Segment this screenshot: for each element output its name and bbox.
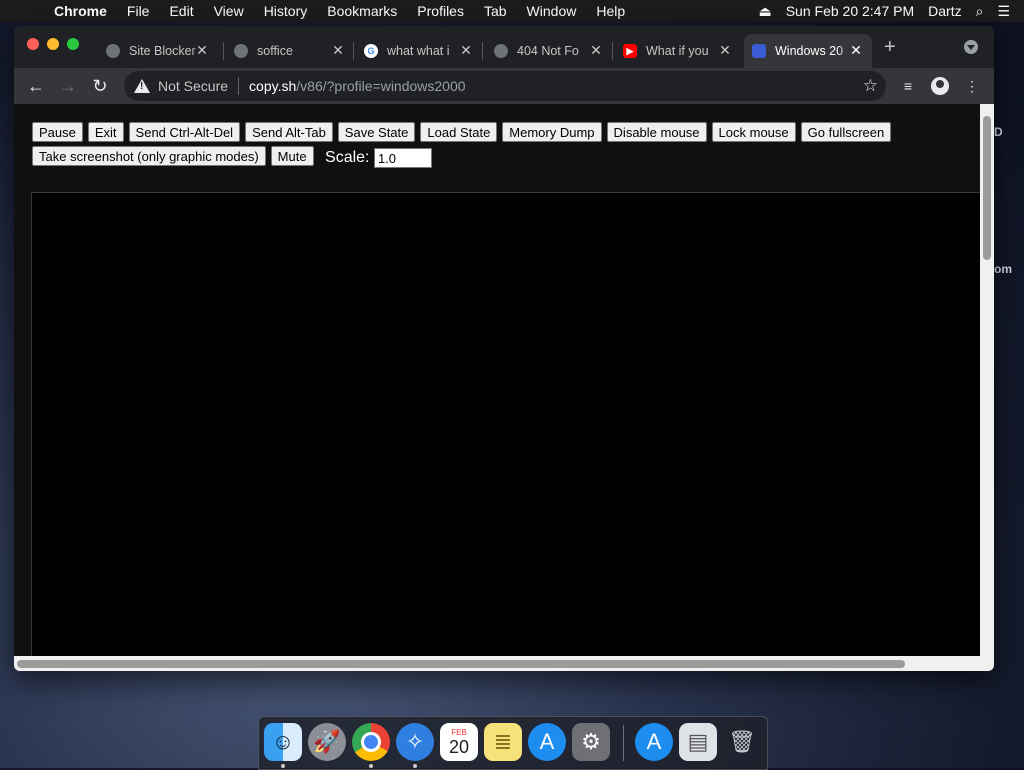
menu-app-name[interactable]: Chrome — [54, 3, 107, 19]
emulator-controls: Pause Exit Send Ctrl-Alt-Del Send Alt-Tab Sa… — [32, 122, 962, 170]
notes-icon[interactable]: ≣ — [484, 723, 522, 761]
window-close-button[interactable] — [27, 38, 39, 50]
address-bar[interactable]: Not Secure copy.sh/v86/?profile=windows2… — [124, 71, 886, 101]
go-fullscreen-button[interactable]: Go fullscreen — [800, 122, 892, 142]
url-host: copy.sh — [249, 78, 297, 94]
tab-title: Windows 20 — [775, 44, 844, 58]
vertical-scroll-thumb[interactable] — [983, 116, 991, 260]
tab-youtube[interactable]: ▶ What if you ✕ — [615, 34, 741, 68]
security-status[interactable]: Not Secure — [158, 78, 228, 94]
tab-strip: Site Blocker ✕ soffice ✕ G what what i ✕… — [14, 26, 994, 68]
menubar-clock[interactable]: Sun Feb 20 2:47 PM — [786, 3, 914, 19]
page-content: Pause Exit Send Ctrl-Alt-Del Send Alt-Tab Sa… — [14, 104, 980, 656]
profile-avatar-icon[interactable] — [931, 77, 949, 95]
finder-icon[interactable]: ☺ — [264, 723, 302, 761]
tab-close-icon[interactable]: ✕ — [588, 42, 604, 58]
browser-toolbar: ← → ↻ Not Secure copy.sh/v86/?profile=wi… — [14, 68, 994, 104]
menubar-user[interactable]: Dartz — [928, 3, 961, 19]
tab-site-blocker[interactable]: Site Blocker ✕ — [98, 34, 218, 68]
spotlight-search-icon[interactable]: ⌕ — [976, 3, 984, 20]
control-center-icon[interactable]: ☰ — [997, 3, 1010, 20]
reload-icon[interactable]: ↻ — [88, 74, 112, 98]
tab-title: What if you — [646, 44, 709, 58]
preview-document-icon[interactable]: ▤ — [679, 723, 717, 761]
menu-profiles[interactable]: Profiles — [417, 3, 464, 19]
menu-edit[interactable]: Edit — [169, 3, 193, 19]
menubar-status-area: ⏏ Sun Feb 20 2:47 PM Dartz ⌕ ☰ — [758, 0, 1024, 22]
chrome-window: Site Blocker ✕ soffice ✕ G what what i ✕… — [14, 26, 994, 671]
exit-button[interactable]: Exit — [87, 122, 124, 142]
macos-menu-bar: Chrome File Edit View History Bookmarks … — [0, 0, 1024, 22]
mute-button[interactable]: Mute — [270, 146, 314, 166]
tab-windows-2000-active[interactable]: Windows 20 ✕ — [744, 34, 872, 68]
google-icon: G — [364, 44, 378, 58]
calendar-day: 20 — [448, 736, 470, 757]
lock-mouse-button[interactable]: Lock mouse — [711, 122, 796, 142]
globe-icon — [234, 44, 248, 58]
tab-close-icon[interactable]: ✕ — [330, 42, 346, 58]
app-store-icon[interactable]: A — [635, 723, 673, 761]
tab-close-icon[interactable]: ✕ — [194, 42, 210, 58]
menu-history[interactable]: History — [264, 3, 308, 19]
emulator-screen[interactable] — [31, 192, 980, 656]
globe-icon — [494, 44, 508, 58]
calendar-icon[interactable]: FEB 20 — [440, 723, 478, 761]
pause-button[interactable]: Pause — [32, 122, 83, 142]
safari-compass-icon[interactable]: ✧ — [396, 723, 434, 761]
eject-icon[interactable]: ⏏ — [758, 3, 771, 20]
v86-icon — [752, 44, 766, 58]
forward-arrow-icon[interactable]: → — [56, 74, 80, 98]
tab-title: 404 Not Fo — [517, 44, 579, 58]
calendar-month: FEB — [451, 727, 467, 737]
window-minimize-button[interactable] — [47, 38, 59, 50]
macos-dock: ☺ 🚀 ✧ FEB 20 ≣ A ⚙ A ▤ 🗑 — [258, 716, 768, 770]
chrome-menu-icon[interactable]: ⋮ — [963, 77, 981, 95]
system-preferences-gear-icon[interactable]: ⚙ — [572, 723, 610, 761]
menu-view[interactable]: View — [214, 3, 244, 19]
media-control-icon[interactable]: ≡ — [899, 77, 917, 95]
window-maximize-button[interactable] — [67, 38, 79, 50]
tab-404-not-found[interactable]: 404 Not Fo ✕ — [486, 34, 612, 68]
not-secure-warning-icon[interactable] — [134, 78, 150, 94]
memory-dump-button[interactable]: Memory Dump — [502, 122, 602, 142]
tab-title: soffice — [257, 44, 293, 58]
launchpad-icon[interactable]: 🚀 — [308, 723, 346, 761]
chrome-icon[interactable] — [352, 723, 390, 761]
tab-close-icon[interactable]: ✕ — [848, 42, 864, 58]
load-state-button[interactable]: Load State — [420, 122, 498, 142]
horizontal-scrollbar[interactable] — [14, 656, 994, 671]
horizontal-scroll-thumb[interactable] — [17, 660, 905, 668]
menu-window[interactable]: Window — [527, 3, 577, 19]
bookmark-star-icon[interactable]: ☆ — [863, 76, 878, 96]
tab-title: what what i — [387, 44, 450, 58]
tab-google-search[interactable]: G what what i ✕ — [356, 34, 482, 68]
back-arrow-icon[interactable]: ← — [24, 74, 48, 98]
globe-icon — [106, 44, 120, 58]
menu-tab[interactable]: Tab — [484, 3, 507, 19]
send-alt-tab-button[interactable]: Send Alt-Tab — [245, 122, 333, 142]
url-path: /v86/?profile=windows2000 — [296, 78, 466, 94]
youtube-icon: ▶ — [623, 44, 637, 58]
new-tab-button[interactable]: + — [884, 37, 896, 57]
menu-file[interactable]: File — [127, 3, 150, 19]
save-state-button[interactable]: Save State — [337, 122, 416, 142]
tab-close-icon[interactable]: ✕ — [458, 42, 474, 58]
disable-mouse-button[interactable]: Disable mouse — [606, 122, 707, 142]
tab-soffice[interactable]: soffice ✕ — [226, 34, 354, 68]
tab-search-icon[interactable] — [964, 40, 978, 54]
take-screenshot-button[interactable]: Take screenshot (only graphic modes) — [32, 146, 266, 166]
scale-label: Scale: — [325, 149, 370, 166]
app-store-icon[interactable]: A — [528, 723, 566, 761]
scale-input[interactable] — [373, 148, 432, 168]
send-ctrl-alt-del-button[interactable]: Send Ctrl-Alt-Del — [128, 122, 241, 142]
desktop-partial-label: D — [994, 125, 1003, 139]
tab-close-icon[interactable]: ✕ — [717, 42, 733, 58]
menu-help[interactable]: Help — [596, 3, 625, 19]
menu-bookmarks[interactable]: Bookmarks — [327, 3, 397, 19]
trash-icon[interactable]: 🗑 — [723, 723, 761, 761]
desktop-partial-label-2: om — [994, 262, 1012, 276]
vertical-scrollbar[interactable] — [980, 104, 994, 656]
